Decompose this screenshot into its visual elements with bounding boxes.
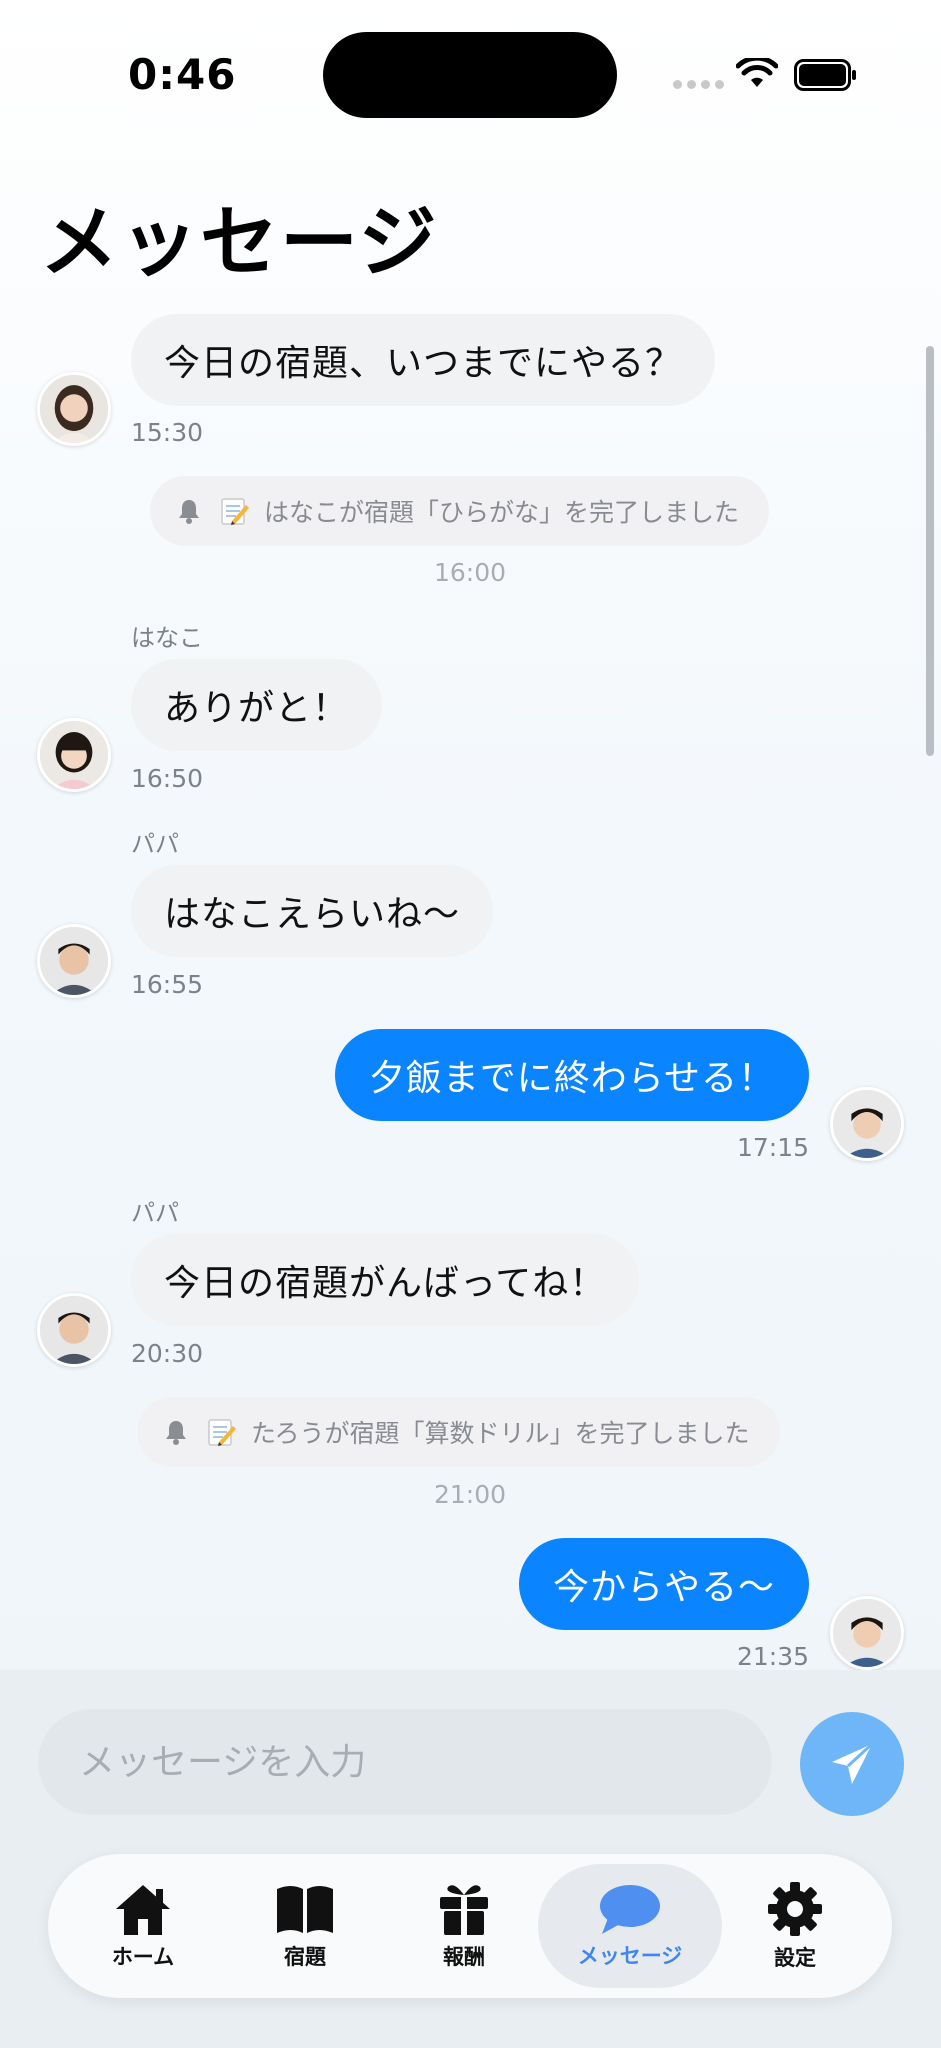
tab-homework[interactable]: 宿題 [230, 1864, 380, 1988]
avatar-taro[interactable] [830, 1087, 904, 1161]
message-time: 16:50 [131, 764, 204, 793]
tab-home[interactable]: ホーム [68, 1864, 218, 1988]
sender-name: パパ [131, 830, 179, 858]
message-bubble-outgoing[interactable]: 今からやる〜 [518, 1538, 809, 1630]
message-time: 21:35 [736, 1642, 809, 1671]
message-time: 16:55 [131, 970, 204, 999]
avatar-hanako[interactable] [37, 718, 111, 792]
message-bubble[interactable]: はなこえらいね〜 [131, 865, 494, 957]
avatar-papa[interactable] [37, 1293, 111, 1367]
message-bubble[interactable]: 今日の宿題がんばってね！ [131, 1234, 640, 1326]
system-notification: たろうが宿題「算数ドリル」を完了しました [137, 1397, 780, 1467]
avatar-mom[interactable] [37, 372, 111, 446]
pencil-icon [208, 1419, 236, 1446]
bell-icon [179, 500, 199, 524]
tab-label: メッセージ [577, 1944, 683, 1968]
system-notification-text: はなこが宿題「ひらがな」を完了しました [264, 498, 740, 527]
status-time: 0:46 [128, 50, 237, 99]
system-notification: はなこが宿題「ひらがな」を完了しました [150, 476, 770, 546]
tab-messages[interactable]: メッセージ [538, 1864, 722, 1988]
chat-bubble-icon [600, 1885, 660, 1934]
status-bar: 0:46 [0, 0, 941, 130]
tab-settings[interactable]: 設定 [720, 1864, 870, 1988]
message-bubble[interactable]: ありがと！ [131, 659, 383, 751]
tab-label: 設定 [774, 1946, 816, 1970]
page-title: メッセージ [40, 198, 439, 288]
message-bubble-outgoing[interactable]: 夕飯までに終わらせる！ [334, 1029, 809, 1121]
system-notification-time: 21:00 [434, 1480, 507, 1509]
sender-name: パパ [131, 1199, 179, 1227]
avatar-taro[interactable] [830, 1596, 904, 1670]
bell-icon [166, 1421, 186, 1445]
avatar-papa[interactable] [37, 924, 111, 998]
tab-bar: ホーム 宿題 報酬 メッセージ 設定 [48, 1854, 892, 1998]
send-icon [832, 1742, 874, 1784]
message-bubble[interactable]: 今日の宿題、いつまでにやる？ [131, 314, 716, 406]
dynamic-island [323, 32, 617, 118]
tab-label: ホーム [111, 1945, 175, 1969]
gear-icon [768, 1882, 822, 1936]
message-time: 15:30 [131, 418, 204, 447]
wifi-icon [736, 58, 778, 87]
tab-label: 報酬 [443, 1945, 485, 1969]
message-input[interactable] [38, 1709, 772, 1815]
gift-icon [440, 1885, 488, 1935]
system-notification-time: 16:00 [434, 558, 507, 587]
scrollbar[interactable] [926, 346, 934, 756]
message-time: 20:30 [131, 1339, 204, 1368]
tab-rewards[interactable]: 報酬 [389, 1864, 539, 1988]
book-icon [277, 1886, 333, 1933]
cellular-signal-icon [673, 80, 724, 89]
memo-icon [221, 498, 249, 525]
sender-name: はなこ [131, 624, 203, 652]
message-time: 17:15 [736, 1133, 809, 1162]
home-icon [116, 1885, 170, 1935]
tab-label: 宿題 [284, 1945, 326, 1969]
system-notification-text: たろうが宿題「算数ドリル」を完了しました [251, 1419, 750, 1448]
battery-icon [794, 59, 856, 91]
send-button[interactable] [800, 1712, 904, 1816]
